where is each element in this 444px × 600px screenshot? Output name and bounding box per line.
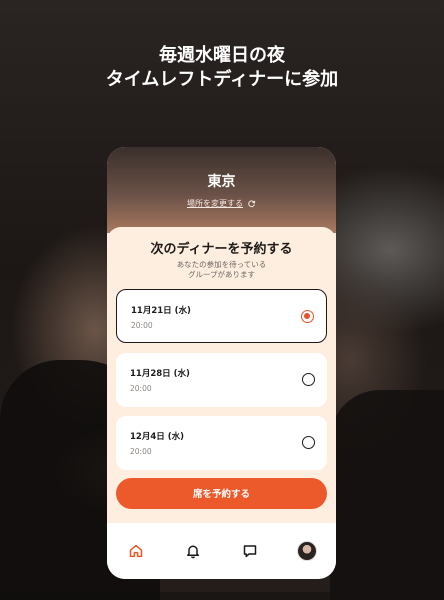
location-header: 東京 場所を変更する <box>107 147 336 233</box>
change-location-link[interactable]: 場所を変更する <box>187 198 256 209</box>
bottom-tab-bar <box>107 523 336 579</box>
headline-line-1: 毎週水曜日の夜 <box>159 45 285 66</box>
tab-messages[interactable] <box>235 536 265 566</box>
city-name: 東京 <box>207 174 236 190</box>
tab-notifications[interactable] <box>178 536 208 566</box>
refresh-icon <box>248 200 256 208</box>
time-label: 20:00 <box>130 384 152 393</box>
tab-profile[interactable] <box>292 536 322 566</box>
date-option-1[interactable]: 11月21日 (水) 20:00 <box>116 289 327 343</box>
home-icon <box>129 544 142 558</box>
radio-unselected[interactable] <box>302 373 315 386</box>
profile-avatar <box>297 541 318 561</box>
time-label: 20:00 <box>131 321 153 330</box>
radio-unselected[interactable] <box>302 436 315 449</box>
chat-icon <box>243 545 257 558</box>
date-label: 11月21日 (水) <box>131 306 191 316</box>
date-option-2[interactable]: 11月28日 (水) 20:00 <box>116 353 327 407</box>
change-location-label: 場所を変更する <box>187 199 243 208</box>
sheet-subtitle-line-2: グループがあります <box>187 270 256 279</box>
sheet-subtitle-line-1: あなたの参加を待っている <box>176 260 267 269</box>
reserve-seat-button[interactable]: 席を予約する <box>116 478 327 509</box>
headline: 毎週水曜日の夜 タイムレフトディナーに参加 <box>0 44 444 92</box>
headline-line-2: タイムレフトディナーに参加 <box>105 69 339 90</box>
sheet-title: 次のディナーを予約する <box>150 242 293 257</box>
sheet-subtitle: あなたの参加を待っている グループがあります <box>107 260 336 280</box>
radio-selected[interactable] <box>301 310 314 323</box>
bell-icon <box>186 545 199 559</box>
time-label: 20:00 <box>130 447 152 456</box>
background-person-right <box>330 390 444 600</box>
date-option-3[interactable]: 12月4日 (水) 20:00 <box>116 416 327 470</box>
date-label: 11月28日 (水) <box>130 369 190 379</box>
date-label: 12月4日 (水) <box>130 432 184 442</box>
tab-home[interactable] <box>121 536 151 566</box>
phone-mockup: 東京 場所を変更する 次のディナーを予約する あなたの参加を待っている グループ… <box>107 147 336 579</box>
